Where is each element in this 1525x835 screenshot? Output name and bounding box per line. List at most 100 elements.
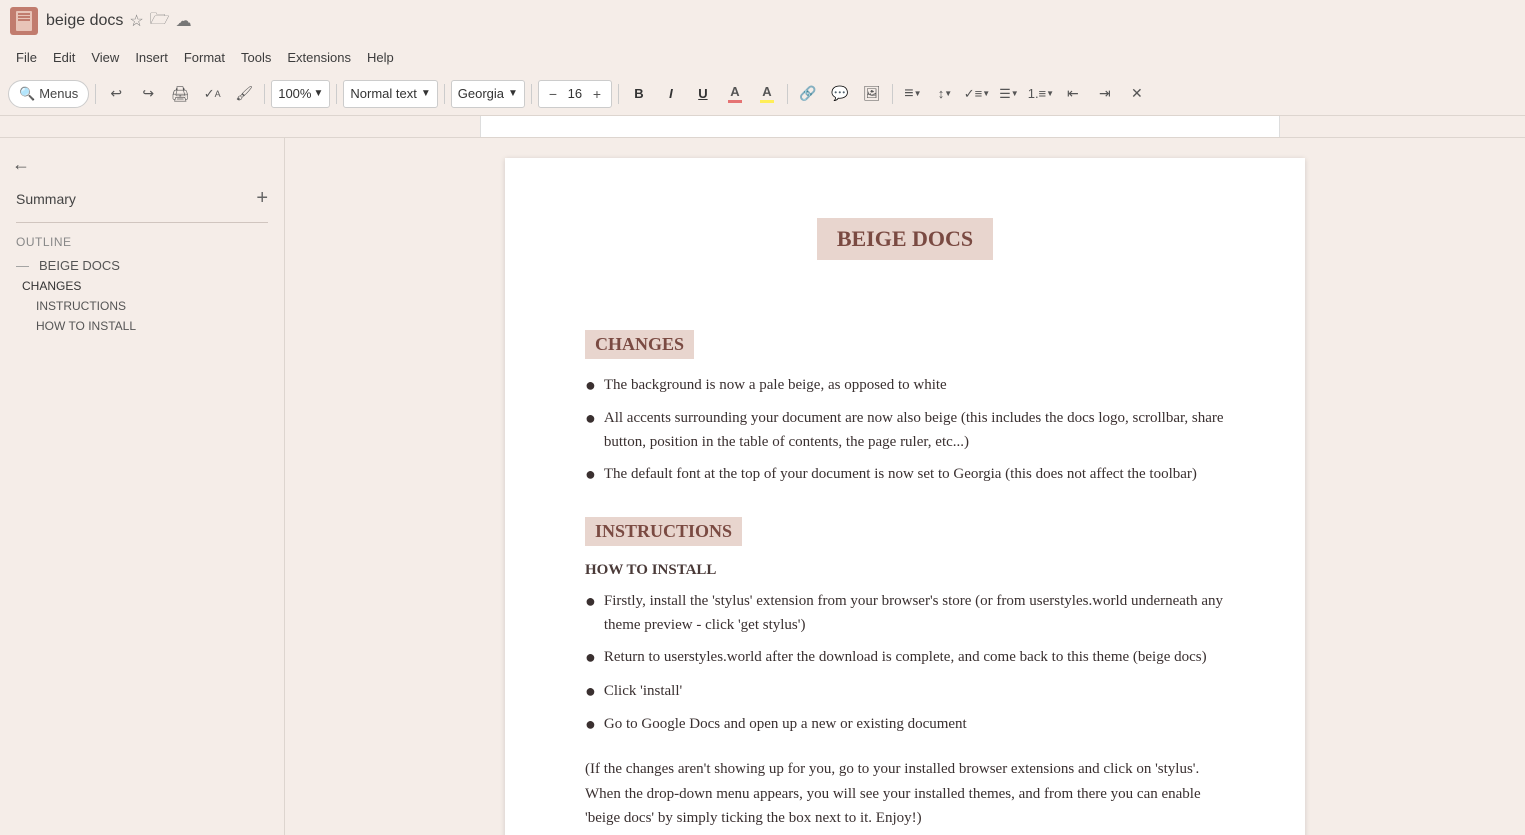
font-label: Georgia (458, 86, 504, 101)
font-size-control: − 16 + (538, 80, 612, 108)
install-note: (If the changes aren't showing up for yo… (585, 757, 1225, 831)
text-color-icon: A (728, 84, 742, 103)
document-title: BEIGE DOCS (817, 218, 993, 260)
menu-bar: File Edit View Insert Format Tools Exten… (0, 42, 1525, 72)
outline-item-beige-docs[interactable]: — BEIGE DOCS (0, 255, 284, 276)
indent-increase-button[interactable]: ⇥ (1091, 80, 1119, 108)
menus-label: Menus (39, 86, 78, 101)
folder-icon[interactable]: 🗁 (150, 8, 170, 35)
menu-help[interactable]: Help (361, 48, 400, 67)
bullet-text: The default font at the top of your docu… (604, 462, 1197, 486)
font-size-decrease[interactable]: − (543, 84, 563, 104)
zoom-chevron: ▼ (313, 88, 323, 99)
align-button[interactable]: ≡▼ (899, 80, 927, 108)
zoom-selector[interactable]: 100% ▼ (271, 80, 330, 108)
summary-add-button[interactable]: + (256, 187, 268, 210)
bullet-text: Return to userstyles.world after the dow… (604, 645, 1207, 669)
ruler (0, 116, 1525, 138)
divider-3 (336, 84, 337, 104)
clear-format-button[interactable]: ✕ (1123, 80, 1151, 108)
divider-6 (618, 84, 619, 104)
bullet-dot: ● (585, 462, 596, 487)
document-area: BEIGE DOCS CHANGES ● The background is n… (285, 138, 1525, 835)
bullet-dot: ● (585, 712, 596, 737)
bullet-dot: ● (585, 373, 596, 398)
divider-8 (892, 84, 893, 104)
title-icons: ☆ 🗁 ☁ (129, 8, 191, 35)
instructions-heading: INSTRUCTIONS (585, 517, 1225, 560)
bullet-text: All accents surrounding your document ar… (604, 406, 1225, 454)
zoom-value: 100% (278, 86, 311, 101)
list-item: ● Return to userstyles.world after the d… (585, 645, 1225, 670)
comment-button[interactable]: 💬 (826, 80, 854, 108)
outline-item-instructions[interactable]: INSTRUCTIONS (0, 296, 284, 316)
redo-button[interactable]: ↪ (134, 80, 162, 108)
how-to-install-subheading: HOW TO INSTALL (585, 562, 1225, 579)
font-size-value[interactable]: 16 (565, 86, 585, 101)
title-bar: beige docs ☆ 🗁 ☁ (0, 0, 1525, 42)
image-button[interactable]: 🖼 (858, 80, 886, 108)
outline-item-changes[interactable]: CHANGES (0, 276, 284, 296)
list-item: ● The default font at the top of your do… (585, 462, 1225, 487)
bullet-dot: ● (585, 679, 596, 704)
spellcheck-button[interactable]: ✓A (198, 80, 226, 108)
toolbar: 🔍 Menus ↩ ↪ 🖨 ✓A 🖌 100% ▼ Normal text ▼ … (0, 72, 1525, 116)
sidebar-back-button[interactable]: ← (0, 150, 284, 183)
document-page[interactable]: BEIGE DOCS CHANGES ● The background is n… (505, 158, 1305, 835)
checklist-button[interactable]: ✓≡▼ (963, 80, 991, 108)
divider-7 (787, 84, 788, 104)
font-chevron: ▼ (508, 88, 518, 99)
summary-label: Summary (16, 191, 76, 207)
font-selector[interactable]: Georgia ▼ (451, 80, 525, 108)
doc-icon (10, 7, 38, 35)
instructions-heading-text: INSTRUCTIONS (585, 517, 742, 546)
ruler-inner (480, 116, 1280, 137)
style-chevron: ▼ (421, 88, 431, 99)
bullet-dot: ● (585, 645, 596, 670)
link-button[interactable]: 🔗 (794, 80, 822, 108)
print-button[interactable]: 🖨 (166, 80, 194, 108)
bullet-list-button[interactable]: ☰▼ (995, 80, 1023, 108)
changes-heading-text: CHANGES (585, 330, 694, 359)
menu-tools[interactable]: Tools (235, 48, 277, 67)
divider-1 (95, 84, 96, 104)
font-size-increase[interactable]: + (587, 84, 607, 104)
paint-button[interactable]: 🖌 (230, 80, 258, 108)
line-spacing-button[interactable]: ↕▼ (931, 80, 959, 108)
menu-insert[interactable]: Insert (129, 48, 174, 67)
outline-dash: — (16, 258, 29, 273)
highlight-color-button[interactable]: A (753, 80, 781, 108)
search-icon: 🔍 (19, 86, 35, 102)
doc-title: beige docs (46, 12, 123, 30)
list-item: ● Go to Google Docs and open up a new or… (585, 712, 1225, 737)
sidebar-divider (16, 222, 268, 223)
list-item: ● The background is now a pale beige, as… (585, 373, 1225, 398)
doc-title-center: BEIGE DOCS (585, 218, 1225, 300)
changes-bullet-list: ● The background is now a pale beige, as… (585, 373, 1225, 487)
menu-file[interactable]: File (10, 48, 43, 67)
style-label: Normal text (350, 86, 416, 101)
changes-heading: CHANGES (585, 330, 1225, 373)
summary-row: Summary + (0, 183, 284, 214)
bullet-text: Go to Google Docs and open up a new or e… (604, 712, 967, 736)
underline-button[interactable]: U (689, 80, 717, 108)
menu-extensions[interactable]: Extensions (281, 48, 357, 67)
menu-format[interactable]: Format (178, 48, 231, 67)
cloud-icon[interactable]: ☁ (176, 11, 192, 31)
sidebar: ← Summary + Outline — BEIGE DOCS CHANGES… (0, 138, 285, 835)
style-selector[interactable]: Normal text ▼ (343, 80, 437, 108)
menus-button[interactable]: 🔍 Menus (8, 80, 89, 108)
italic-button[interactable]: I (657, 80, 685, 108)
menu-view[interactable]: View (85, 48, 125, 67)
text-color-button[interactable]: A (721, 80, 749, 108)
outline-item-how-to-install[interactable]: HOW TO INSTALL (0, 316, 284, 336)
indent-decrease-button[interactable]: ⇤ (1059, 80, 1087, 108)
menu-edit[interactable]: Edit (47, 48, 81, 67)
bold-button[interactable]: B (625, 80, 653, 108)
bullet-dot: ● (585, 589, 596, 614)
changes-section: CHANGES ● The background is now a pale b… (585, 330, 1225, 487)
star-icon[interactable]: ☆ (129, 11, 143, 31)
undo-button[interactable]: ↩ (102, 80, 130, 108)
numbered-list-button[interactable]: 1.≡▼ (1027, 80, 1055, 108)
list-item: ● All accents surrounding your document … (585, 406, 1225, 454)
